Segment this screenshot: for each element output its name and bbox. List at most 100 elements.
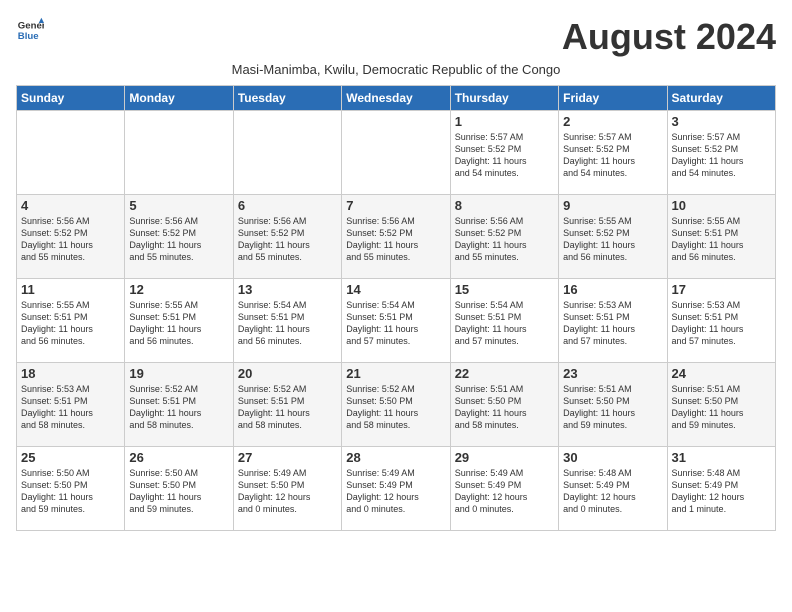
day-info: Sunrise: 5:56 AM Sunset: 5:52 PM Dayligh…	[21, 215, 120, 264]
day-number: 12	[129, 282, 228, 297]
header-friday: Friday	[559, 86, 667, 111]
day-number: 16	[563, 282, 662, 297]
day-number: 11	[21, 282, 120, 297]
day-number: 8	[455, 198, 554, 213]
day-number: 30	[563, 450, 662, 465]
day-number: 22	[455, 366, 554, 381]
calendar-week-row: 18 Sunrise: 5:53 AM Sunset: 5:51 PM Dayli…	[17, 363, 776, 447]
day-info: Sunrise: 5:55 AM Sunset: 5:51 PM Dayligh…	[672, 215, 771, 264]
day-number: 29	[455, 450, 554, 465]
calendar-week-row: 1 Sunrise: 5:57 AM Sunset: 5:52 PM Daylig…	[17, 111, 776, 195]
day-number: 13	[238, 282, 337, 297]
day-info: Sunrise: 5:53 AM Sunset: 5:51 PM Dayligh…	[563, 299, 662, 348]
calendar-week-row: 4 Sunrise: 5:56 AM Sunset: 5:52 PM Daylig…	[17, 195, 776, 279]
day-number: 20	[238, 366, 337, 381]
calendar-cell: 21Sunrise: 5:52 AM Sunset: 5:50 PM Dayli…	[342, 363, 450, 447]
day-number: 7	[346, 198, 445, 213]
calendar-week-row: 11 Sunrise: 5:55 AM Sunset: 5:51 PM Dayli…	[17, 279, 776, 363]
calendar-cell: 2 Sunrise: 5:57 AM Sunset: 5:52 PM Daylig…	[559, 111, 667, 195]
day-number: 25	[21, 450, 120, 465]
calendar-cell: 24 Sunrise: 5:51 AM Sunset: 5:50 PM Dayli…	[667, 363, 775, 447]
day-number: 15	[455, 282, 554, 297]
day-info: Sunrise: 5:52 AM Sunset: 5:50 PM Dayligh…	[346, 383, 445, 432]
header-saturday: Saturday	[667, 86, 775, 111]
day-number: 5	[129, 198, 228, 213]
day-number: 28	[346, 450, 445, 465]
day-number: 3	[672, 114, 771, 129]
calendar-cell	[17, 111, 125, 195]
calendar-cell: 23Sunrise: 5:51 AM Sunset: 5:50 PM Dayli…	[559, 363, 667, 447]
calendar-cell: 28Sunrise: 5:49 AM Sunset: 5:49 PM Dayli…	[342, 447, 450, 531]
day-info: Sunrise: 5:56 AM Sunset: 5:52 PM Dayligh…	[129, 215, 228, 264]
day-info: Sunrise: 5:57 AM Sunset: 5:52 PM Dayligh…	[672, 131, 771, 180]
calendar-cell	[125, 111, 233, 195]
day-number: 2	[563, 114, 662, 129]
day-info: Sunrise: 5:49 AM Sunset: 5:50 PM Dayligh…	[238, 467, 337, 516]
calendar-cell: 17 Sunrise: 5:53 AM Sunset: 5:51 PM Dayli…	[667, 279, 775, 363]
day-info: Sunrise: 5:50 AM Sunset: 5:50 PM Dayligh…	[21, 467, 120, 516]
page-title: August 2024	[562, 16, 776, 58]
day-info: Sunrise: 5:49 AM Sunset: 5:49 PM Dayligh…	[455, 467, 554, 516]
calendar-cell: 7Sunrise: 5:56 AM Sunset: 5:52 PM Daylig…	[342, 195, 450, 279]
calendar-cell: 16 Sunrise: 5:53 AM Sunset: 5:51 PM Dayli…	[559, 279, 667, 363]
calendar-cell: 29 Sunrise: 5:49 AM Sunset: 5:49 PM Dayli…	[450, 447, 558, 531]
calendar-cell: 22 Sunrise: 5:51 AM Sunset: 5:50 PM Dayli…	[450, 363, 558, 447]
calendar-cell: 8 Sunrise: 5:56 AM Sunset: 5:52 PM Daylig…	[450, 195, 558, 279]
calendar-cell: 25 Sunrise: 5:50 AM Sunset: 5:50 PM Dayli…	[17, 447, 125, 531]
header-thursday: Thursday	[450, 86, 558, 111]
calendar-cell: 12Sunrise: 5:55 AM Sunset: 5:51 PM Dayli…	[125, 279, 233, 363]
header-tuesday: Tuesday	[233, 86, 341, 111]
day-info: Sunrise: 5:56 AM Sunset: 5:52 PM Dayligh…	[455, 215, 554, 264]
day-number: 31	[672, 450, 771, 465]
calendar-week-row: 25 Sunrise: 5:50 AM Sunset: 5:50 PM Dayli…	[17, 447, 776, 531]
calendar-cell: 4 Sunrise: 5:56 AM Sunset: 5:52 PM Daylig…	[17, 195, 125, 279]
calendar-cell: 31Sunrise: 5:48 AM Sunset: 5:49 PM Dayli…	[667, 447, 775, 531]
calendar-cell: 26 Sunrise: 5:50 AM Sunset: 5:50 PM Dayli…	[125, 447, 233, 531]
day-info: Sunrise: 5:53 AM Sunset: 5:51 PM Dayligh…	[672, 299, 771, 348]
day-info: Sunrise: 5:52 AM Sunset: 5:51 PM Dayligh…	[129, 383, 228, 432]
day-info: Sunrise: 5:50 AM Sunset: 5:50 PM Dayligh…	[129, 467, 228, 516]
logo-icon: General Blue	[16, 16, 44, 44]
day-number: 4	[21, 198, 120, 213]
day-number: 6	[238, 198, 337, 213]
calendar-cell: 5 Sunrise: 5:56 AM Sunset: 5:52 PM Daylig…	[125, 195, 233, 279]
svg-text:Blue: Blue	[18, 31, 39, 42]
page-subtitle: Masi-Manimba, Kwilu, Democratic Republic…	[16, 62, 776, 77]
day-number: 1	[455, 114, 554, 129]
header: General Blue August 2024	[16, 16, 776, 58]
day-number: 18	[21, 366, 120, 381]
day-info: Sunrise: 5:54 AM Sunset: 5:51 PM Dayligh…	[346, 299, 445, 348]
calendar-table: SundayMondayTuesdayWednesdayThursdayFrid…	[16, 85, 776, 531]
calendar-cell: 27Sunrise: 5:49 AM Sunset: 5:50 PM Dayli…	[233, 447, 341, 531]
header-sunday: Sunday	[17, 86, 125, 111]
day-number: 17	[672, 282, 771, 297]
day-info: Sunrise: 5:51 AM Sunset: 5:50 PM Dayligh…	[672, 383, 771, 432]
calendar-cell: 9Sunrise: 5:55 AM Sunset: 5:52 PM Daylig…	[559, 195, 667, 279]
day-info: Sunrise: 5:53 AM Sunset: 5:51 PM Dayligh…	[21, 383, 120, 432]
day-number: 10	[672, 198, 771, 213]
calendar-cell: 30 Sunrise: 5:48 AM Sunset: 5:49 PM Dayli…	[559, 447, 667, 531]
day-info: Sunrise: 5:48 AM Sunset: 5:49 PM Dayligh…	[563, 467, 662, 516]
day-number: 24	[672, 366, 771, 381]
day-info: Sunrise: 5:51 AM Sunset: 5:50 PM Dayligh…	[563, 383, 662, 432]
calendar-cell	[233, 111, 341, 195]
calendar-cell: 10 Sunrise: 5:55 AM Sunset: 5:51 PM Dayli…	[667, 195, 775, 279]
calendar-cell: 3 Sunrise: 5:57 AM Sunset: 5:52 PM Daylig…	[667, 111, 775, 195]
day-info: Sunrise: 5:57 AM Sunset: 5:52 PM Dayligh…	[563, 131, 662, 180]
calendar-cell: 15 Sunrise: 5:54 AM Sunset: 5:51 PM Dayli…	[450, 279, 558, 363]
header-wednesday: Wednesday	[342, 86, 450, 111]
day-number: 26	[129, 450, 228, 465]
day-info: Sunrise: 5:54 AM Sunset: 5:51 PM Dayligh…	[455, 299, 554, 348]
day-info: Sunrise: 5:51 AM Sunset: 5:50 PM Dayligh…	[455, 383, 554, 432]
calendar-cell: 19 Sunrise: 5:52 AM Sunset: 5:51 PM Dayli…	[125, 363, 233, 447]
calendar-cell: 20Sunrise: 5:52 AM Sunset: 5:51 PM Dayli…	[233, 363, 341, 447]
calendar-cell: 11 Sunrise: 5:55 AM Sunset: 5:51 PM Dayli…	[17, 279, 125, 363]
logo: General Blue	[16, 16, 44, 44]
day-number: 14	[346, 282, 445, 297]
calendar-cell: 13Sunrise: 5:54 AM Sunset: 5:51 PM Dayli…	[233, 279, 341, 363]
header-monday: Monday	[125, 86, 233, 111]
calendar-cell: 1 Sunrise: 5:57 AM Sunset: 5:52 PM Daylig…	[450, 111, 558, 195]
day-info: Sunrise: 5:57 AM Sunset: 5:52 PM Dayligh…	[455, 131, 554, 180]
day-info: Sunrise: 5:55 AM Sunset: 5:51 PM Dayligh…	[21, 299, 120, 348]
day-number: 19	[129, 366, 228, 381]
